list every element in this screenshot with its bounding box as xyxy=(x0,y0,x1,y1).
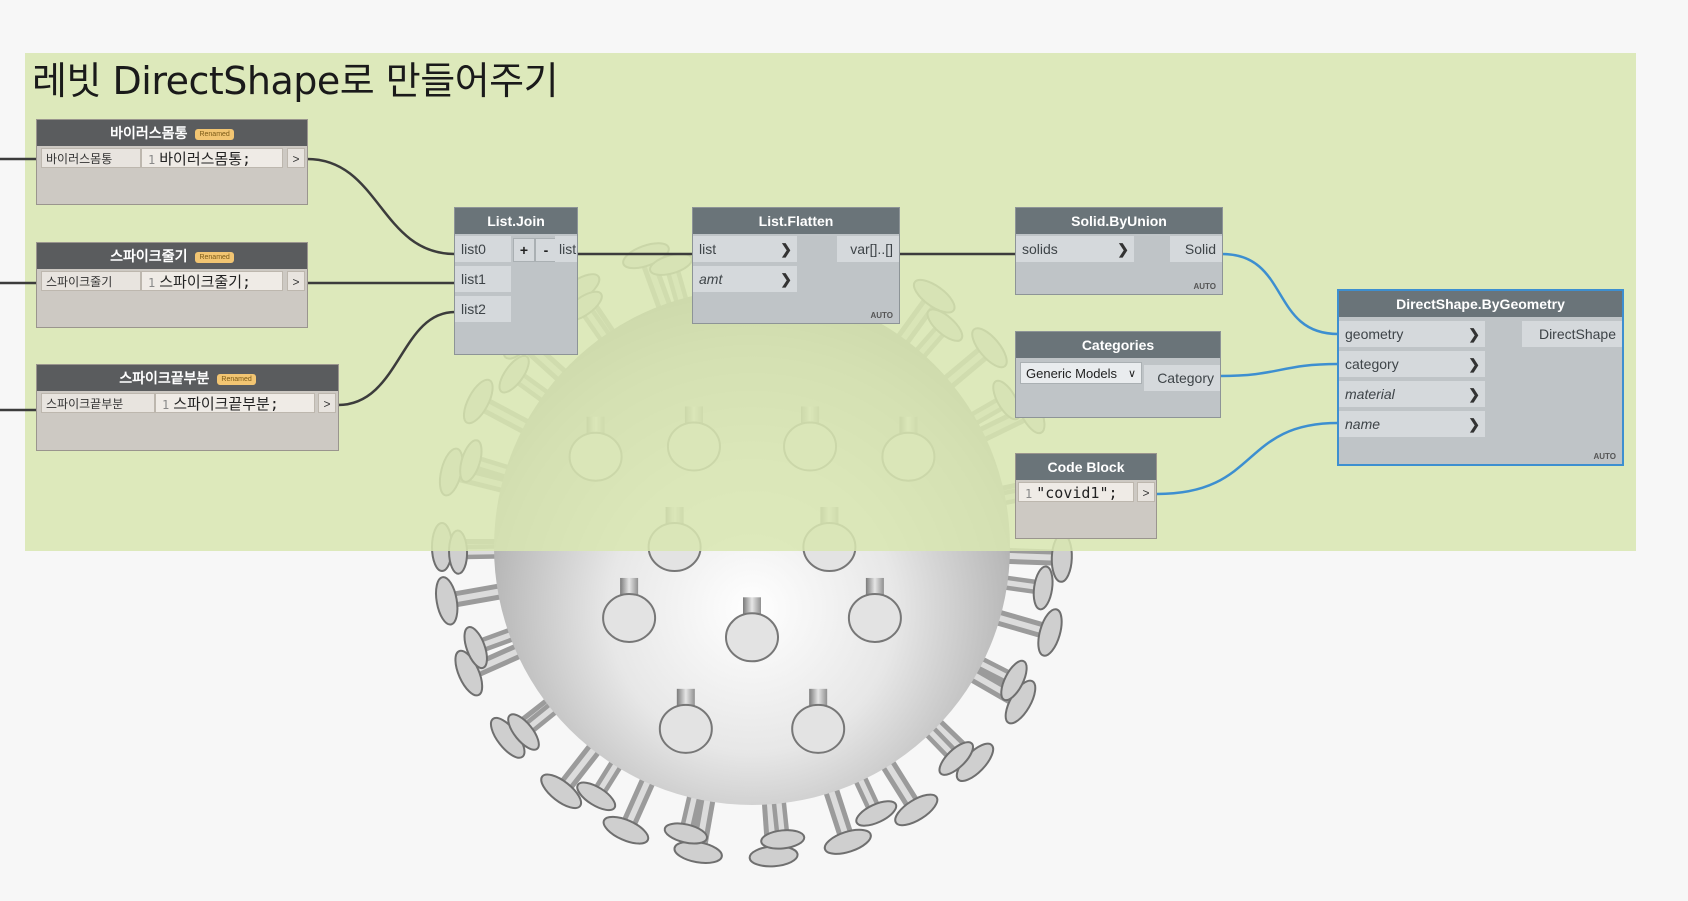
list-join-node[interactable]: List.Join list0 + - list list1 list2 xyxy=(454,207,578,355)
input-name-field[interactable]: 바이러스몸통 xyxy=(41,148,141,168)
node-title: 바이러스몸통 xyxy=(110,125,188,141)
remove-input-button[interactable]: - xyxy=(535,238,557,262)
renamed-badge: Renamed xyxy=(217,373,256,385)
directshape-bygeometry-node[interactable]: DirectShape.ByGeometry geometry ❯ DirectS… xyxy=(1337,289,1624,466)
code-text: 스파이크끝부분; xyxy=(173,395,279,413)
node-title[interactable]: Categories xyxy=(1016,332,1220,358)
input-port-amt[interactable]: amt ❯ xyxy=(693,266,797,292)
input-port-name[interactable]: name ❯ xyxy=(1339,411,1485,437)
group-title[interactable]: 레빗 DirectShape로 만들어주기 xyxy=(32,50,559,105)
input-node-spike-stem[interactable]: 스파이크줄기 Renamed 스파이크줄기 1 스파이크줄기; > xyxy=(36,242,308,328)
code-block-node[interactable]: Code Block 1 "covid1"; > xyxy=(1015,453,1157,539)
input-node-virus-body[interactable]: 바이러스몸통 Renamed 바이러스몸통 1 바이러스몸통; > xyxy=(36,119,308,205)
code-text: 스파이크줄기; xyxy=(159,273,252,291)
code-row: 바이러스몸통 1 바이러스몸통; > xyxy=(37,146,307,170)
line-number: 1 xyxy=(148,276,156,290)
input-node-spike-tip[interactable]: 스파이크끝부분 Renamed 스파이크끝부분 1 스파이크끝부분; > xyxy=(36,364,339,451)
renamed-badge: Renamed xyxy=(195,251,234,263)
chevron-down-icon: ∨ xyxy=(1127,368,1136,380)
lacing-indicator[interactable]: AUTO xyxy=(870,311,893,320)
port-row-list: list ❯ var[]..[] xyxy=(693,236,899,262)
node-title[interactable]: DirectShape.ByGeometry xyxy=(1339,291,1622,317)
port-label: category xyxy=(1345,356,1399,372)
renamed-badge: Renamed xyxy=(195,128,234,140)
code-text: "covid1"; xyxy=(1036,484,1118,502)
port-label: material xyxy=(1345,386,1395,402)
input-name-field[interactable]: 스파이크끝부분 xyxy=(41,393,155,413)
output-port-solid[interactable]: Solid xyxy=(1170,236,1222,262)
input-name-field[interactable]: 스파이크줄기 xyxy=(41,271,141,291)
port-row-list0: list0 + - list xyxy=(455,236,577,262)
input-port-solids[interactable]: solids ❯ xyxy=(1016,236,1134,262)
node-title[interactable]: List.Flatten xyxy=(693,208,899,234)
output-port-category[interactable]: Category xyxy=(1144,365,1220,391)
output-port[interactable]: > xyxy=(318,393,336,413)
code-row: 스파이크끝부분 1 스파이크끝부분; > xyxy=(37,391,338,415)
node-title[interactable]: Code Block xyxy=(1016,454,1156,480)
code-editor[interactable]: 1 바이러스몸통; xyxy=(141,148,283,168)
input-port-list1[interactable]: list1 xyxy=(455,266,511,292)
input-port-material[interactable]: material ❯ xyxy=(1339,381,1485,407)
node-title[interactable]: Solid.ByUnion xyxy=(1016,208,1222,234)
output-port-directshape[interactable]: DirectShape xyxy=(1522,321,1622,347)
output-port[interactable]: > xyxy=(1137,482,1155,502)
chevron-right-icon: ❯ xyxy=(780,241,792,257)
node-title: 스파이크줄기 xyxy=(110,248,188,264)
dropdown-value: Generic Models xyxy=(1026,366,1118,381)
input-port-list[interactable]: list ❯ xyxy=(693,236,797,262)
output-port[interactable]: > xyxy=(287,148,305,168)
lacing-indicator[interactable]: AUTO xyxy=(1593,452,1616,461)
node-header[interactable]: 바이러스몸통 Renamed xyxy=(37,120,307,146)
chevron-right-icon: ❯ xyxy=(1468,416,1480,432)
chevron-right-icon: ❯ xyxy=(1117,241,1129,257)
input-port-category[interactable]: category ❯ xyxy=(1339,351,1485,377)
node-title[interactable]: List.Join xyxy=(455,208,577,234)
category-dropdown[interactable]: Generic Models ∨ xyxy=(1020,362,1142,384)
add-input-button[interactable]: + xyxy=(513,238,535,262)
port-label: geometry xyxy=(1345,326,1404,342)
input-port-geometry[interactable]: geometry ❯ xyxy=(1339,321,1485,347)
output-port[interactable]: > xyxy=(287,271,305,291)
code-editor[interactable]: 1 스파이크줄기; xyxy=(141,271,283,291)
lacing-indicator[interactable]: AUTO xyxy=(1193,282,1216,291)
port-row-solids: solids ❯ Solid xyxy=(1016,236,1222,262)
code-editor[interactable]: 1 스파이크끝부분; xyxy=(155,393,315,413)
output-port-var[interactable]: var[]..[] xyxy=(837,236,899,262)
port-label: amt xyxy=(699,271,723,287)
dynamo-canvas[interactable]: 레빗 DirectShape로 만들어주기 바이러스몸통 Renamed 바이러스… xyxy=(0,0,1688,901)
port-label: name xyxy=(1345,416,1381,432)
solid-byunion-node[interactable]: Solid.ByUnion solids ❯ Solid AUTO xyxy=(1015,207,1223,295)
line-number: 1 xyxy=(148,153,156,167)
code-text: 바이러스몸통; xyxy=(159,150,252,168)
port-label: solids xyxy=(1022,241,1058,257)
port-row-geometry: geometry ❯ DirectShape xyxy=(1339,321,1622,347)
input-port-list0[interactable]: list0 xyxy=(455,236,511,262)
code-row: 1 "covid1"; > xyxy=(1016,480,1156,504)
line-number: 1 xyxy=(1025,487,1033,501)
chevron-right-icon: ❯ xyxy=(1468,386,1480,402)
chevron-right-icon: ❯ xyxy=(1468,326,1480,342)
code-editor[interactable]: 1 "covid1"; xyxy=(1018,482,1134,502)
output-port-list[interactable]: list xyxy=(555,236,577,262)
node-header[interactable]: 스파이크끝부분 Renamed xyxy=(37,365,338,391)
categories-node[interactable]: Categories Generic Models ∨ Category xyxy=(1015,331,1221,418)
chevron-right-icon: ❯ xyxy=(780,271,792,287)
node-title: 스파이크끝부분 xyxy=(119,370,210,386)
chevron-right-icon: ❯ xyxy=(1468,356,1480,372)
list-flatten-node[interactable]: List.Flatten list ❯ var[]..[] amt ❯ AUTO xyxy=(692,207,900,324)
line-number: 1 xyxy=(162,398,170,412)
port-label: list xyxy=(699,241,717,257)
code-row: 스파이크줄기 1 스파이크줄기; > xyxy=(37,269,307,293)
node-header[interactable]: 스파이크줄기 Renamed xyxy=(37,243,307,269)
input-port-list2[interactable]: list2 xyxy=(455,296,511,322)
